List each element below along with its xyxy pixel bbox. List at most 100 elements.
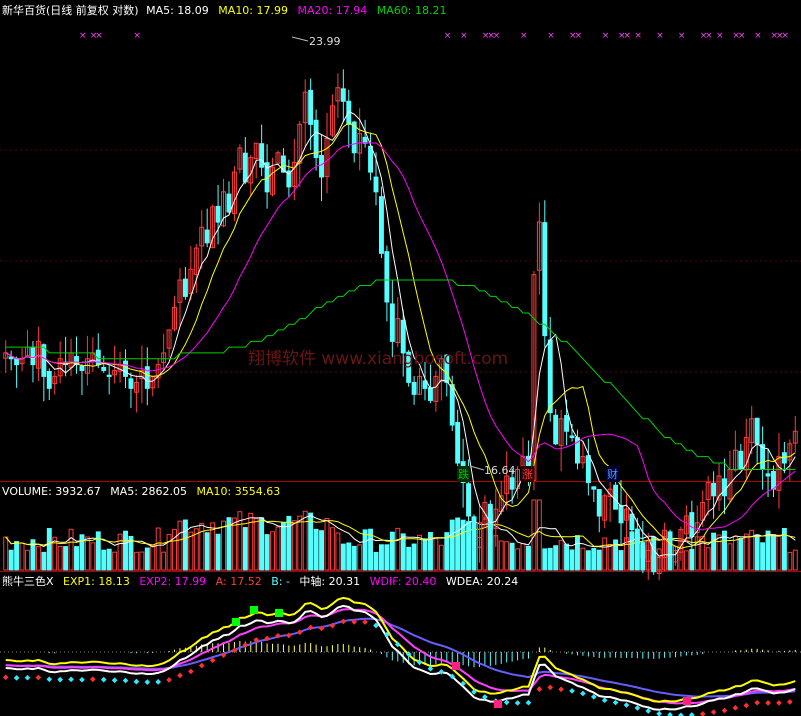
- volume-bar: [319, 530, 325, 571]
- candle-body: [79, 365, 85, 371]
- volume-bar: [177, 520, 183, 571]
- ma5-line: [5, 110, 796, 557]
- candle-body: [8, 356, 14, 360]
- volume-bar: [74, 546, 79, 571]
- signal-square: [452, 662, 460, 670]
- candle-body: [182, 278, 188, 297]
- volume-bar: [63, 546, 69, 571]
- signal-dot: [601, 697, 608, 704]
- signal-square: [250, 606, 258, 614]
- candle-body: [471, 516, 477, 544]
- signal-dot: [623, 702, 630, 708]
- marker-zhang[interactable]: 涨: [521, 466, 534, 482]
- candle-body: [487, 503, 493, 531]
- signal-square: [275, 609, 283, 617]
- high-price-label: 23.99: [309, 35, 341, 48]
- candle-body: [259, 143, 265, 168]
- candle-body: [781, 452, 787, 464]
- top-x-marker: ×: [79, 31, 87, 41]
- volume-bar: [3, 536, 9, 571]
- candle-body: [340, 88, 346, 102]
- volume-bar: [166, 533, 172, 571]
- signal-square: [494, 700, 502, 708]
- volume-bar: [433, 538, 439, 571]
- candle-body: [308, 89, 314, 125]
- moving-averages: [5, 110, 796, 557]
- signal-dot: [503, 699, 510, 706]
- volume-bar: [302, 510, 308, 571]
- volume-bar: [596, 549, 602, 571]
- volume-bar: [792, 549, 798, 571]
- candle-body: [771, 471, 776, 490]
- signal-dot: [525, 699, 532, 706]
- candle-body: [765, 473, 771, 477]
- signal-dot: [699, 711, 706, 716]
- volume-bar: [351, 545, 357, 571]
- volume-bar: [765, 530, 771, 571]
- volume-bar: [542, 548, 548, 571]
- volume-bar: [41, 551, 47, 571]
- candle-body: [427, 387, 433, 401]
- signal-dot: [79, 676, 85, 683]
- volume-bar: [215, 533, 221, 571]
- volume-bar: [14, 541, 20, 571]
- volume-bar: [340, 543, 346, 571]
- signal-square: [683, 697, 691, 705]
- volume-bars: [3, 499, 798, 571]
- volume-bar: [389, 531, 395, 571]
- volume-bar: [498, 540, 504, 571]
- candle-body: [319, 154, 325, 178]
- volume-bar: [188, 531, 194, 571]
- signal-dot: [776, 700, 782, 706]
- signal-square: [232, 618, 240, 626]
- signal-dot: [35, 674, 42, 681]
- volume-bar: [776, 534, 782, 571]
- volume-bar: [689, 548, 695, 571]
- volume-bar: [417, 534, 423, 571]
- marker-die[interactable]: 跌: [457, 466, 470, 482]
- volume-bar: [270, 531, 275, 571]
- volume-bar: [133, 551, 139, 571]
- volume-bar: [406, 546, 412, 571]
- candle-body: [411, 382, 417, 395]
- volume-bar: [90, 542, 96, 571]
- volume-bar: [754, 534, 760, 571]
- volume-bar: [705, 547, 711, 571]
- volume-bar: [259, 517, 265, 571]
- candle-body: [204, 229, 210, 244]
- candle-body: [613, 484, 619, 510]
- top-x-marker: ×: [133, 31, 141, 41]
- signal-dot: [362, 619, 368, 625]
- top-x-marker: ×: [444, 31, 452, 41]
- volume-bar: [384, 544, 390, 571]
- volume-bar: [101, 549, 107, 571]
- volume-bar: [264, 534, 270, 571]
- volume-bar: [19, 542, 25, 571]
- candle-body: [373, 176, 379, 193]
- volume-bar: [738, 537, 744, 571]
- volume-bar: [504, 541, 510, 571]
- volume-bar: [297, 515, 303, 571]
- volume-bar: [449, 519, 455, 571]
- signal-dot: [286, 632, 292, 639]
- marker-cai[interactable]: 财: [606, 466, 619, 482]
- indicator-panel: [0, 596, 801, 716]
- candle-body: [618, 505, 624, 524]
- candle-body: [585, 455, 591, 484]
- signal-dot: [177, 672, 183, 679]
- signal-dot: [13, 675, 20, 681]
- high-price-leader: [291, 36, 309, 42]
- volume-bar: [150, 544, 156, 571]
- volume-bar: [411, 543, 417, 571]
- volume-bar: [106, 548, 112, 571]
- candle-body: [689, 512, 695, 538]
- signal-dot: [787, 699, 793, 705]
- signal-dot: [656, 710, 662, 716]
- signal-dot: [514, 700, 521, 706]
- top-x-marker: ×: [678, 31, 686, 41]
- top-x-marker: ×: [574, 31, 582, 41]
- volume-bar: [787, 551, 793, 571]
- volume-bar: [373, 551, 379, 571]
- signal-dot: [133, 678, 140, 685]
- candle-body: [722, 478, 727, 497]
